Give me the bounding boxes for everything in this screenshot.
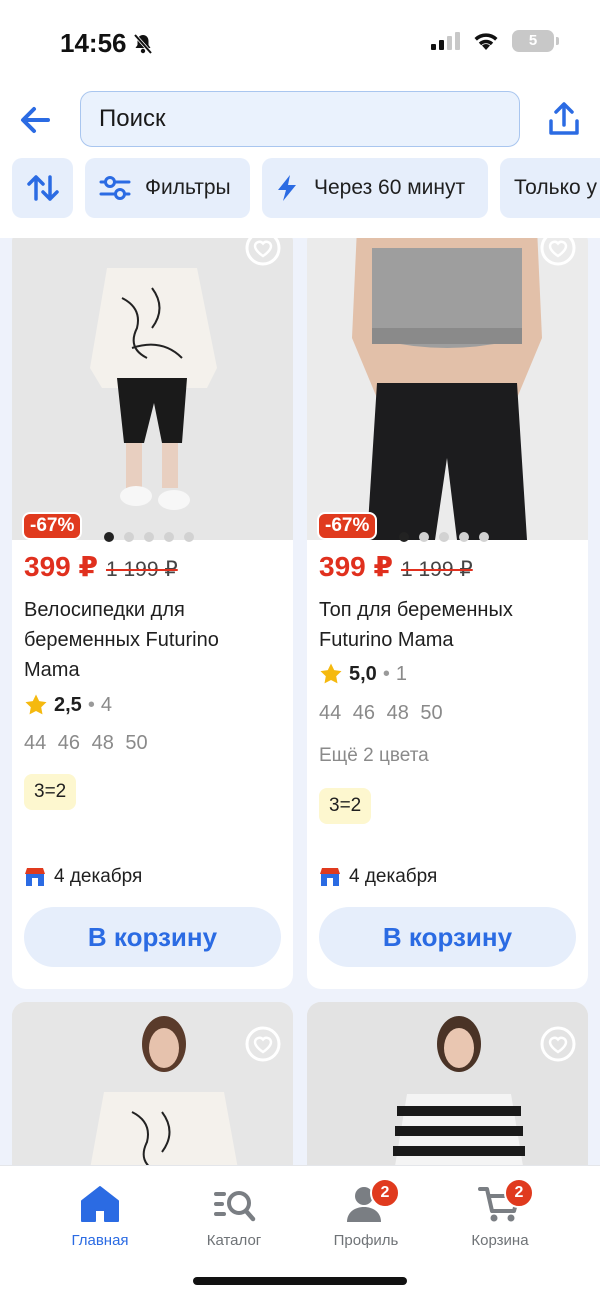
image-pagination-dots [399,532,489,542]
status-indicators: 5 [430,30,559,52]
rating-value: 2,5 [54,693,82,716]
delivery-date: 4 декабря [24,866,142,888]
pagination-dot [439,532,449,542]
back-arrow-icon[interactable] [16,100,56,140]
nav-cart[interactable]: 2 Корзина [440,1178,560,1249]
only-chip[interactable]: Только у [500,158,600,218]
product-title[interactable]: Велосипедки для беременных Futurino Mama [24,595,279,685]
sizes-list: 44 46 48 50 [24,732,148,754]
old-price: 1 199 ₽ [105,558,178,581]
nav-profile[interactable]: 2 Профиль [306,1178,426,1249]
favorite-heart-icon[interactable] [540,1026,576,1062]
add-to-cart-button[interactable]: В корзину [319,907,576,967]
more-colors[interactable]: Ещё 2 цвета [319,745,429,767]
product-title[interactable]: Топ для беременных Futurino Mama [319,595,574,655]
signal-icon [431,32,460,50]
bell-muted-icon [133,33,152,54]
filters-button[interactable]: Фильтры [85,158,250,218]
pagination-dot [184,532,194,542]
pickup-store-icon [320,868,340,886]
product-card[interactable] [12,1002,293,1165]
sort-icon [26,175,59,201]
home-icon [78,1184,122,1224]
price-row: 399 ₽ 1 199 ₽ [319,550,473,583]
price-row: 399 ₽ 1 199 ₽ [24,550,178,583]
product-card[interactable] [307,1002,588,1165]
lightning-icon [278,175,296,201]
product-card[interactable]: -67% 399 ₽ 1 199 ₽ Велосипедки для берем… [12,238,293,989]
star-icon [25,694,47,715]
share-icon[interactable] [544,100,584,140]
discount-badge: -67% [317,512,378,540]
discount-badge: -67% [22,512,83,540]
review-count: 1 [395,662,407,685]
filters-label: Фильтры [145,176,231,199]
rating-row: 2,5 • 4 [24,693,112,717]
rating-separator: • [382,662,390,685]
profile-icon: 2 [344,1178,400,1224]
pagination-dot [479,532,489,542]
product-photo [12,238,293,540]
delivery-date: 4 декабря [319,866,437,888]
favorite-heart-icon[interactable] [245,238,281,266]
rating-row: 5,0 • 1 [319,662,407,686]
pickup-store-icon [25,868,45,886]
fast-delivery-chip[interactable]: Через 60 минут [262,158,488,218]
cart-icon: 2 [478,1178,534,1224]
clock-text: 14:56 [60,28,127,58]
favorite-heart-icon[interactable] [245,1026,281,1062]
pagination-dot [419,532,429,542]
old-price: 1 199 ₽ [400,558,473,581]
product-image[interactable] [307,238,588,540]
product-image[interactable] [12,238,293,540]
image-pagination-dots [104,532,194,542]
promo-badge: 3=2 [319,788,372,824]
sort-button[interactable] [12,158,73,218]
delivery-date-text: 4 декабря [349,866,438,887]
pagination-dot [459,532,469,542]
pagination-dot [124,532,134,542]
favorite-heart-icon[interactable] [540,238,576,266]
product-grid: -67% 399 ₽ 1 199 ₽ Велосипедки для берем… [0,238,600,1165]
filter-chips: Фильтры Через 60 минут Только у [12,158,600,218]
fast-delivery-label: Через 60 минут [314,176,466,199]
search-placeholder: Поиск [99,105,166,132]
pagination-dot [104,532,114,542]
status-bar: 14:56 5 [0,0,600,88]
nav-home-label: Главная [71,1232,129,1249]
profile-badge: 2 [370,1178,400,1208]
product-photo [307,238,588,540]
nav-catalog-label: Каталог [206,1232,262,1249]
search-input[interactable]: Поиск [80,91,520,147]
nav-cart-label: Корзина [471,1232,529,1249]
current-price: 399 ₽ [24,551,98,582]
promo-badge: 3=2 [24,774,77,810]
product-card[interactable]: -67% 399 ₽ 1 199 ₽ Топ для беременных Fu… [307,238,588,989]
delivery-date-text: 4 декабря [54,866,143,887]
home-indicator[interactable] [193,1277,407,1285]
pagination-dot [399,532,409,542]
header: Поиск Фильтры Через 60 минут Только у [0,88,600,238]
pagination-dot [144,532,154,542]
rating-separator: • [87,693,95,716]
star-icon [320,663,342,684]
cart-badge: 2 [504,1178,534,1208]
catalog-icon [212,1184,256,1224]
only-label: Только у [514,176,598,199]
pagination-dot [164,532,174,542]
wifi-icon [474,33,498,50]
current-price: 399 ₽ [319,551,393,582]
add-to-cart-button[interactable]: В корзину [24,907,281,967]
rating-value: 5,0 [349,662,377,685]
review-count: 4 [100,693,112,716]
nav-catalog[interactable]: Каталог [174,1184,294,1249]
filters-icon [99,176,131,200]
sizes-list: 44 46 48 50 [319,702,443,724]
battery-icon: 5 [512,30,559,52]
status-time: 14:56 [60,28,153,59]
battery-level: 5 [528,32,538,49]
nav-home[interactable]: Главная [40,1184,160,1249]
nav-profile-label: Профиль [333,1232,399,1249]
